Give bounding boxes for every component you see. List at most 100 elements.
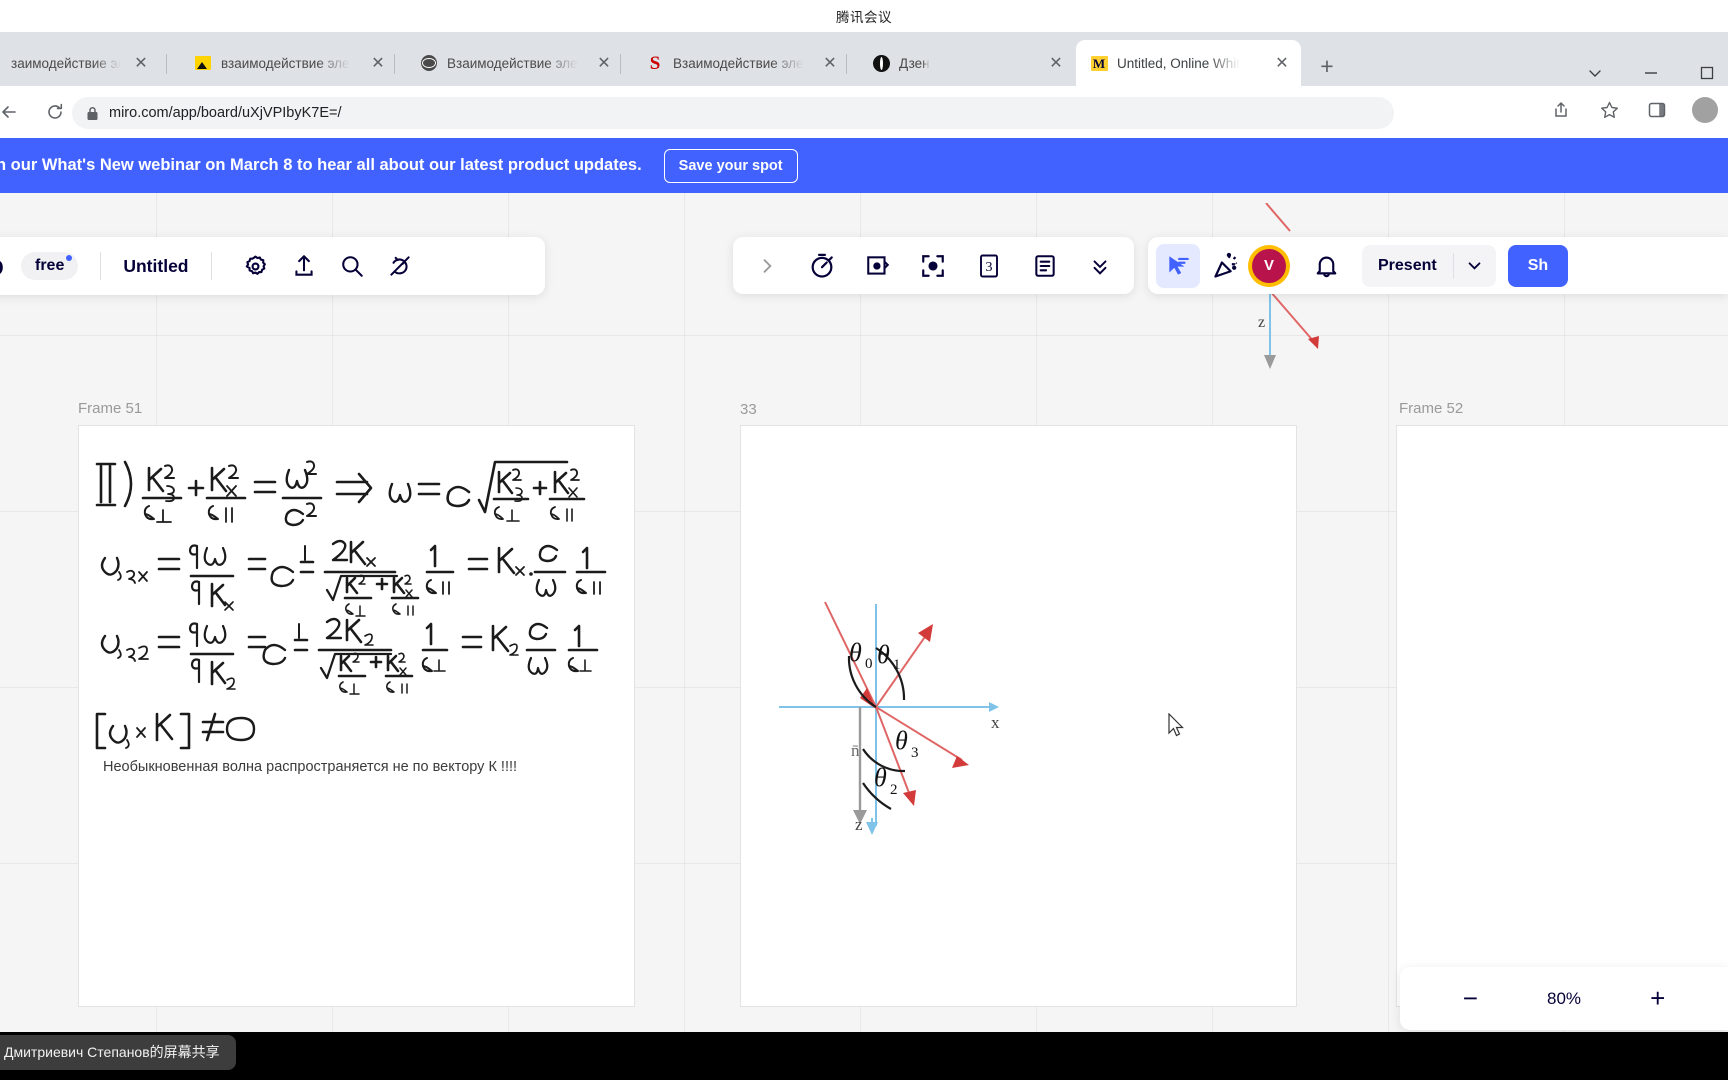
new-tab-button[interactable]: + — [1313, 52, 1341, 80]
tab-title: заимодействие эле — [11, 55, 121, 71]
tab-close-icon[interactable]: ✕ — [367, 52, 389, 74]
svg-text:3: 3 — [986, 260, 993, 275]
svg-text:θ: θ — [874, 763, 887, 792]
reload-icon[interactable] — [38, 95, 72, 129]
present-label: Present — [1378, 256, 1437, 274]
frame-label-51[interactable]: Frame 51 — [78, 400, 142, 417]
tab-divider — [166, 54, 167, 74]
plan-badge-label: free — [35, 257, 65, 274]
frame-52[interactable] — [1396, 425, 1728, 1007]
footer-black-bar — [0, 1032, 1728, 1080]
profile-avatar[interactable] — [1690, 95, 1720, 125]
browser-tab-2[interactable]: взаимодействие эле ✕ — [180, 40, 397, 86]
svg-text:x: x — [991, 713, 1000, 732]
celebrate-icon[interactable] — [1204, 244, 1248, 288]
window-controls — [1584, 62, 1718, 84]
svg-text:3: 3 — [911, 745, 919, 761]
screen-share-toast: Дмитриевич Степанов的屏幕共享 — [0, 1035, 236, 1070]
timer-icon[interactable] — [800, 244, 844, 288]
zoom-in-button[interactable]: + — [1638, 983, 1678, 1014]
toolbar-right-icons — [1546, 95, 1720, 125]
browser-tab-3[interactable]: Взаимодействие эле ✕ — [406, 40, 623, 86]
board-name[interactable]: Untitled — [123, 256, 188, 277]
window-minimize-icon[interactable] — [1640, 62, 1662, 84]
browser-tab-1[interactable]: заимодействие эле ✕ — [0, 40, 160, 86]
tab-favicon-globe-icon — [420, 54, 438, 72]
handwritten-formulas — [95, 460, 607, 750]
miro-board-header: ro free Untitled — [0, 237, 545, 295]
tab-close-icon[interactable]: ✕ — [1045, 52, 1067, 74]
promo-banner-text: n our What's New webinar on March 8 to h… — [0, 156, 642, 174]
apps-plug-icon[interactable] — [378, 244, 422, 288]
share-button[interactable]: Sh — [1507, 244, 1569, 287]
browser-tab-4[interactable]: S Взаимодействие эле ✕ — [632, 40, 849, 86]
header-divider-2 — [210, 252, 212, 280]
frame-label-52[interactable]: Frame 52 — [1399, 400, 1463, 417]
star-icon[interactable] — [1594, 95, 1624, 125]
chevron-down-icon[interactable] — [1454, 245, 1496, 287]
tab-favicon-miro-icon: M — [1090, 54, 1108, 72]
tab-favicon-image-icon — [194, 54, 212, 72]
tab-divider — [620, 54, 621, 74]
zoom-control: − 80% + — [1400, 967, 1728, 1030]
tab-search-chevron-down-icon[interactable] — [1584, 62, 1606, 84]
address-bar-url: miro.com/app/board/uXjVPIbyK7E=/ — [109, 105, 342, 121]
share-icon[interactable] — [1546, 95, 1576, 125]
frame-51[interactable]: Необыкновенная волна распространяется не… — [78, 425, 635, 1007]
frame-icon[interactable] — [856, 244, 900, 288]
svg-text:θ: θ — [877, 640, 890, 669]
cursor-select-icon[interactable] — [1156, 243, 1200, 288]
tab-title: Взаимодействие эле — [447, 55, 578, 71]
frame-33[interactable]: θ 0 θ 1 θ 3 θ 2 n̄ x z — [740, 425, 1297, 1007]
zoom-out-button[interactable]: − — [1450, 983, 1490, 1014]
browser-tab-6-active[interactable]: M Untitled, Online Whit ✕ — [1076, 40, 1301, 86]
frame-label-33[interactable]: 33 — [740, 401, 757, 418]
tab-divider — [846, 54, 847, 74]
miro-canvas[interactable]: Frame 51 33 Frame 52 Необыкновенная волн… — [0, 193, 1728, 1064]
chevron-double-down-icon[interactable] — [1078, 244, 1122, 288]
address-bar[interactable]: miro.com/app/board/uXjVPIbyK7E=/ — [72, 97, 1394, 129]
svg-text:z: z — [855, 815, 863, 834]
browser-toolbar: miro.com/app/board/uXjVPIbyK7E=/ — [0, 86, 1728, 138]
tab-favicon-sciencedirect-icon: S — [649, 52, 661, 74]
optics-diagram: θ 0 θ 1 θ 3 θ 2 n̄ x z — [779, 601, 1000, 835]
notes-icon[interactable] — [1023, 244, 1067, 288]
window-maximize-icon[interactable] — [1696, 62, 1718, 84]
meeting-title: 腾讯会议 — [836, 10, 892, 25]
promo-banner: n our What's New webinar on March 8 to h… — [0, 138, 1728, 193]
tab-close-icon[interactable]: ✕ — [593, 52, 615, 74]
mouse-cursor — [1168, 713, 1184, 737]
side-panel-icon[interactable] — [1642, 95, 1672, 125]
focus-icon[interactable] — [911, 244, 955, 288]
tab-title: Взаимодействие эле — [673, 55, 804, 71]
tab-close-icon[interactable]: ✕ — [819, 52, 841, 74]
tab-close-icon[interactable]: ✕ — [1271, 52, 1293, 74]
search-icon[interactable] — [330, 244, 374, 288]
upload-icon[interactable] — [282, 244, 326, 288]
browser-tab-5[interactable]: Дзен ✕ — [858, 40, 1075, 86]
svg-text:1: 1 — [893, 657, 901, 673]
tab-favicon-dzen-icon — [872, 54, 890, 72]
plan-badge-free[interactable]: free — [21, 252, 79, 280]
header-divider — [100, 252, 102, 280]
miro-center-toolbar: 3 — [733, 237, 1134, 294]
browser-tab-strip: заимодействие эле ✕ взаимодействие эле ✕… — [0, 32, 1728, 86]
zoom-level-value[interactable]: 80% — [1547, 989, 1581, 1009]
save-your-spot-button[interactable]: Save your spot — [663, 148, 798, 183]
chevron-right-icon[interactable] — [745, 244, 789, 288]
russian-note-text: Необыкновенная волна распространяется не… — [103, 759, 518, 775]
cards-3-icon[interactable]: 3 — [967, 244, 1011, 288]
miro-logo[interactable]: ro — [0, 250, 4, 283]
back-arrow-icon[interactable] — [0, 95, 26, 129]
tab-title: Untitled, Online Whit — [1117, 55, 1241, 71]
svg-text:θ: θ — [895, 726, 908, 755]
plan-badge-dot — [66, 255, 73, 261]
tab-favicon-none-icon — [0, 54, 2, 72]
user-avatar[interactable]: V — [1252, 248, 1286, 283]
present-control[interactable]: Present — [1362, 244, 1496, 287]
tab-close-icon[interactable]: ✕ — [130, 52, 152, 74]
miro-right-toolbar: V Present Sh — [1148, 237, 1728, 294]
tab-divider — [394, 54, 395, 74]
bell-icon[interactable] — [1304, 244, 1348, 288]
gear-icon[interactable] — [234, 244, 278, 288]
